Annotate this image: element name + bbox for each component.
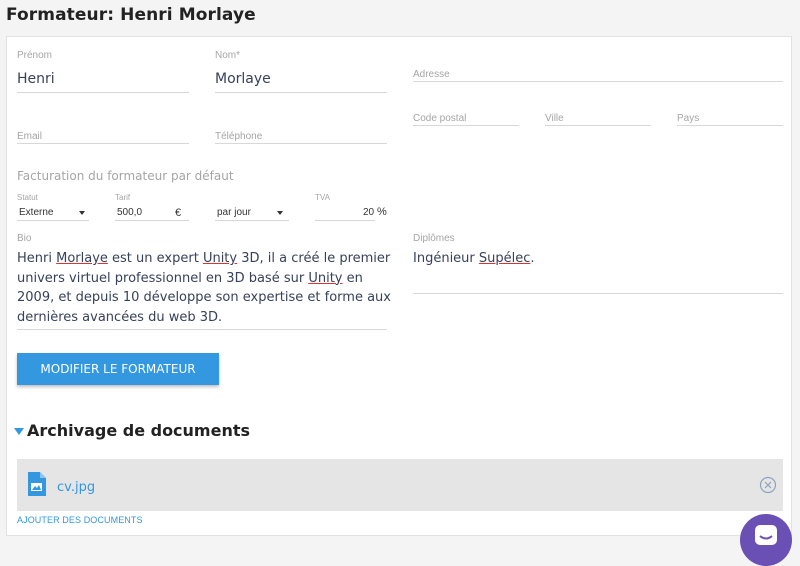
nom-label: Nom* [215, 50, 241, 61]
periode-value: par jour [217, 207, 251, 218]
percent-unit: % [377, 206, 387, 218]
bio-text-segment: Morlaye [56, 251, 108, 266]
telephone-field[interactable]: Téléphone [215, 129, 387, 144]
telephone-label: Téléphone [215, 131, 263, 142]
tva-label: TVA [315, 193, 330, 202]
chat-button[interactable] [740, 514, 792, 566]
periode-select[interactable]: par jour [215, 204, 289, 221]
prenom-label: Prénom [17, 50, 53, 61]
nom-field[interactable]: Morlaye [215, 65, 387, 93]
bio-text-segment: Unity [308, 270, 343, 286]
facturation-title: Facturation du formateur par défaut [17, 169, 234, 183]
pays-label: Pays [677, 113, 700, 124]
tva-input[interactable]: 20 [315, 204, 375, 221]
tarif-label: Tarif [115, 193, 131, 202]
bio-textarea[interactable]: Henri Morlaye est un expert Unity 3D, il… [17, 249, 393, 327]
bio-label: Bio [17, 233, 32, 244]
ville-field[interactable]: Ville [545, 111, 651, 126]
diplomes-label: Diplômes [413, 233, 455, 244]
image-file-icon [28, 472, 46, 496]
code-postal-field[interactable]: Code postal [413, 111, 519, 126]
code-postal-label: Code postal [413, 113, 467, 124]
add-documents-link[interactable]: AJOUTER DES DOCUMENTS [17, 515, 143, 525]
bio-text-segment: Henri [17, 251, 57, 266]
diplomes-text-segment: . [530, 251, 535, 266]
archivage-title: Archivage de documents [27, 421, 251, 440]
tva-value: 20 [363, 207, 375, 218]
bio-underline [17, 329, 387, 330]
page-title: Formateur: Henri Morlaye [6, 5, 256, 25]
prenom-value: Henri [17, 71, 55, 87]
chat-icon [755, 525, 777, 545]
adresse-field[interactable]: Adresse [413, 67, 783, 82]
statut-select[interactable]: Externe [17, 204, 89, 221]
circle-x-icon[interactable] [759, 476, 777, 494]
statut-value: Externe [19, 207, 54, 218]
email-label: Email [17, 131, 43, 142]
diplomes-text-segment: Supélec [478, 251, 531, 266]
prenom-field[interactable]: Henri [17, 65, 189, 93]
pays-field[interactable]: Pays [677, 111, 783, 126]
bio-text-segment: est un expert [107, 251, 203, 266]
chevron-down-icon [277, 211, 283, 215]
diplomes-underline [413, 293, 783, 294]
trainer-form-card: Prénom Henri Nom* Morlaye Adresse Code p… [6, 36, 792, 536]
email-field[interactable]: Email [17, 129, 189, 144]
tarif-input[interactable]: 500,0 € [115, 204, 189, 221]
chevron-down-icon [79, 211, 85, 215]
document-row: cv.jpg [17, 459, 783, 511]
euro-unit: € [175, 207, 182, 219]
nom-value: Morlaye [215, 71, 271, 87]
ville-label: Ville [545, 113, 564, 124]
adresse-label: Adresse [413, 69, 450, 80]
statut-label: Statut [17, 193, 38, 202]
modifier-formateur-button[interactable]: MODIFIER LE FORMATEUR [17, 353, 219, 385]
diplomes-textarea[interactable]: Ingénieur Supélec. [413, 249, 783, 269]
document-link[interactable]: cv.jpg [57, 480, 95, 495]
tarif-value: 500,0 [117, 207, 143, 218]
diplomes-text-segment: Ingénieur [413, 251, 479, 266]
bio-text-segment: Unity [202, 251, 238, 266]
caret-down-icon[interactable] [14, 428, 24, 435]
